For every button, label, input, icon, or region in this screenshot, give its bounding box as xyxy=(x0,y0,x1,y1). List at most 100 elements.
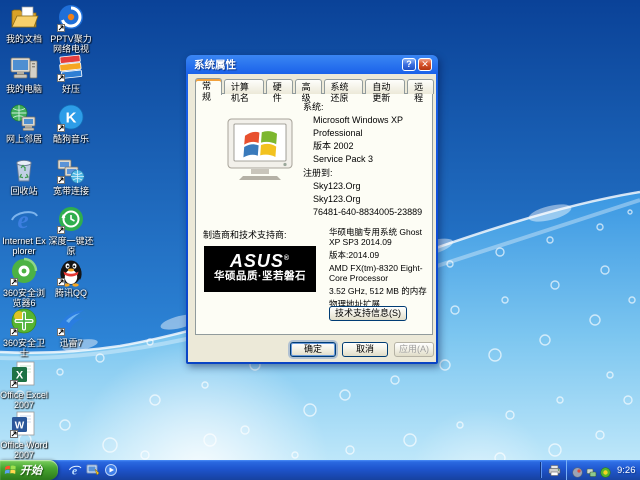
desktop-icon-kugou[interactable]: K 酷狗音乐 xyxy=(47,103,95,144)
start-label: 开始 xyxy=(20,462,42,478)
icon-label: 深度一键还原 xyxy=(47,236,95,256)
desktop-icon-excel[interactable]: X Office Excel 2007 xyxy=(0,359,48,410)
quicklaunch-ie-icon[interactable]: e xyxy=(68,463,82,477)
desktop-icon-haozip[interactable]: 好压 xyxy=(47,53,95,94)
desktop-icon-my-documents[interactable]: 我的文档 xyxy=(0,3,48,44)
tab-auto-update[interactable]: 自动更新 xyxy=(365,79,405,94)
general-tab-page: 系统: Microsoft Windows XP Professional 版本… xyxy=(195,93,433,335)
desktop-icon-xunlei[interactable]: 迅雷7 xyxy=(47,307,95,348)
system-properties-dialog: 系统属性 ? ✕ 常规 计算机名 硬件 高级 系统还原 自动更新 远程 xyxy=(186,55,438,364)
internet-explorer-icon: e xyxy=(9,205,39,235)
recycle-bin-icon xyxy=(9,155,39,185)
icon-label: 网上邻居 xyxy=(0,134,48,144)
asus-logo: ASUS® 华硕品质·坚若磐石 xyxy=(204,246,316,292)
tray-network-icon[interactable] xyxy=(586,465,597,476)
desktop-icon-internet-explorer[interactable]: e Internet Explorer xyxy=(0,205,48,256)
restore-clock-icon xyxy=(56,205,86,235)
ok-button[interactable]: 确定 xyxy=(290,342,336,357)
tray-volume-icon[interactable] xyxy=(572,465,583,476)
manufacturer-section-label: 制造商和技术支持商: xyxy=(203,229,287,242)
manufacturer-line: AMD FX(tm)-8320 Eight-Core Processor xyxy=(329,263,430,283)
excel-icon: X xyxy=(9,359,39,389)
desktop-icon-recycle-bin[interactable]: 回收站 xyxy=(0,155,48,196)
help-button[interactable]: ? xyxy=(402,58,416,71)
xunlei-bird-icon xyxy=(56,307,86,337)
support-info-button[interactable]: 技术支持信息(S) xyxy=(329,306,407,321)
shortcut-arrow-icon xyxy=(10,430,18,438)
icon-label: Internet Explorer xyxy=(0,236,48,256)
system-tray: 9:26 xyxy=(566,460,640,480)
dialog-title: 系统属性 xyxy=(194,57,400,72)
cancel-button[interactable]: 取消 xyxy=(342,342,388,357)
360-browser-icon xyxy=(9,257,39,287)
quick-launch-bar: e xyxy=(64,460,122,480)
tray-360-icon[interactable] xyxy=(600,465,611,476)
registered-line: 76481-640-8834005-23889 xyxy=(313,206,422,219)
dialog-titlebar[interactable]: 系统属性 ? ✕ xyxy=(188,55,436,74)
shortcut-arrow-icon xyxy=(57,74,65,82)
dialog-body: 常规 计算机名 硬件 高级 系统还原 自动更新 远程 xyxy=(188,74,436,362)
system-line: 版本 2002 xyxy=(313,140,403,153)
desktop-icon-pptv[interactable]: PPTV聚力 网络电视 xyxy=(47,3,95,54)
taskbar-divider xyxy=(540,462,542,478)
desktop-icon-network-places[interactable]: 网上邻居 xyxy=(0,103,48,144)
desktop-icon-onekey-restore[interactable]: 深度一键还原 xyxy=(47,205,95,256)
desktop: 我的文档 PPTV聚力 网络电视 我的电脑 好压 xyxy=(0,0,640,480)
tab-computer-name[interactable]: 计算机名 xyxy=(224,79,264,94)
registered-info: Sky123.Org Sky123.Org 76481-640-8834005-… xyxy=(313,180,422,219)
haozip-icon xyxy=(56,53,86,83)
desktop-icon-360-browser[interactable]: 360安全浏览器6 xyxy=(0,257,48,308)
svg-text:K: K xyxy=(66,110,77,127)
icon-label: 好压 xyxy=(47,84,95,94)
registered-section-label: 注册到: xyxy=(303,167,333,180)
quicklaunch-media-player-icon[interactable] xyxy=(104,463,118,477)
icon-label: 迅雷7 xyxy=(47,338,95,348)
asus-slogan: 华硕品质·坚若磐石 xyxy=(204,270,316,283)
tab-general[interactable]: 常规 xyxy=(195,78,222,95)
svg-text:e: e xyxy=(17,207,28,234)
svg-text:e: e xyxy=(72,464,78,478)
quicklaunch-show-desktop-icon[interactable] xyxy=(86,463,100,477)
manufacturer-info: 华硕电脑专用系统 Ghost XP SP3 2014.09 版本:2014.09… xyxy=(329,227,430,312)
kugou-music-icon: K xyxy=(56,103,86,133)
desktop-icon-360-safety[interactable]: 360安全卫士 xyxy=(0,307,48,358)
registered-line: Sky123.Org xyxy=(313,180,422,193)
icon-label: 回收站 xyxy=(0,186,48,196)
icon-label: 腾讯QQ xyxy=(47,288,95,298)
shortcut-arrow-icon xyxy=(57,124,65,132)
system-info: Microsoft Windows XP Professional 版本 200… xyxy=(313,114,403,166)
system-line: Professional xyxy=(313,127,403,140)
tab-hardware[interactable]: 硬件 xyxy=(266,79,293,94)
360-safety-guard-icon xyxy=(9,307,39,337)
asus-logo-text: ASUS® xyxy=(204,250,316,270)
tab-system-restore[interactable]: 系统还原 xyxy=(324,79,364,94)
icon-label: 我的文档 xyxy=(0,34,48,44)
icon-label: 360安全卫士 xyxy=(0,338,48,358)
printer-icon xyxy=(548,465,561,476)
desktop-icon-my-computer[interactable]: 我的电脑 xyxy=(0,53,48,94)
tab-remote[interactable]: 远程 xyxy=(407,79,434,94)
my-computer-icon xyxy=(9,53,39,83)
icon-label: 宽带连接 xyxy=(47,186,95,196)
manufacturer-line: 华硕电脑专用系统 Ghost XP SP3 2014.09 xyxy=(329,227,430,247)
system-line: Service Pack 3 xyxy=(313,153,403,166)
pptv-icon xyxy=(56,3,86,33)
shortcut-arrow-icon xyxy=(57,176,65,184)
taskbar-clock[interactable]: 9:26 xyxy=(617,465,636,476)
close-button[interactable]: ✕ xyxy=(418,58,432,71)
language-bar[interactable] xyxy=(543,460,565,480)
shortcut-arrow-icon xyxy=(57,328,65,336)
desktop-icon-word[interactable]: W Office Word 2007 xyxy=(0,409,48,460)
icon-label: 酷狗音乐 xyxy=(47,134,95,144)
tab-advanced[interactable]: 高级 xyxy=(295,79,322,94)
taskbar: 开始 e xyxy=(0,460,640,480)
broadband-connection-icon xyxy=(56,155,86,185)
shortcut-arrow-icon xyxy=(57,24,65,32)
my-documents-icon xyxy=(9,3,39,33)
icon-label: PPTV聚力 网络电视 xyxy=(47,34,95,54)
network-places-icon xyxy=(9,103,39,133)
start-button[interactable]: 开始 xyxy=(0,460,58,480)
apply-button[interactable]: 应用(A) xyxy=(394,342,434,357)
desktop-icon-qq[interactable]: 腾讯QQ xyxy=(47,257,95,298)
desktop-icon-broadband[interactable]: 宽带连接 xyxy=(47,155,95,196)
